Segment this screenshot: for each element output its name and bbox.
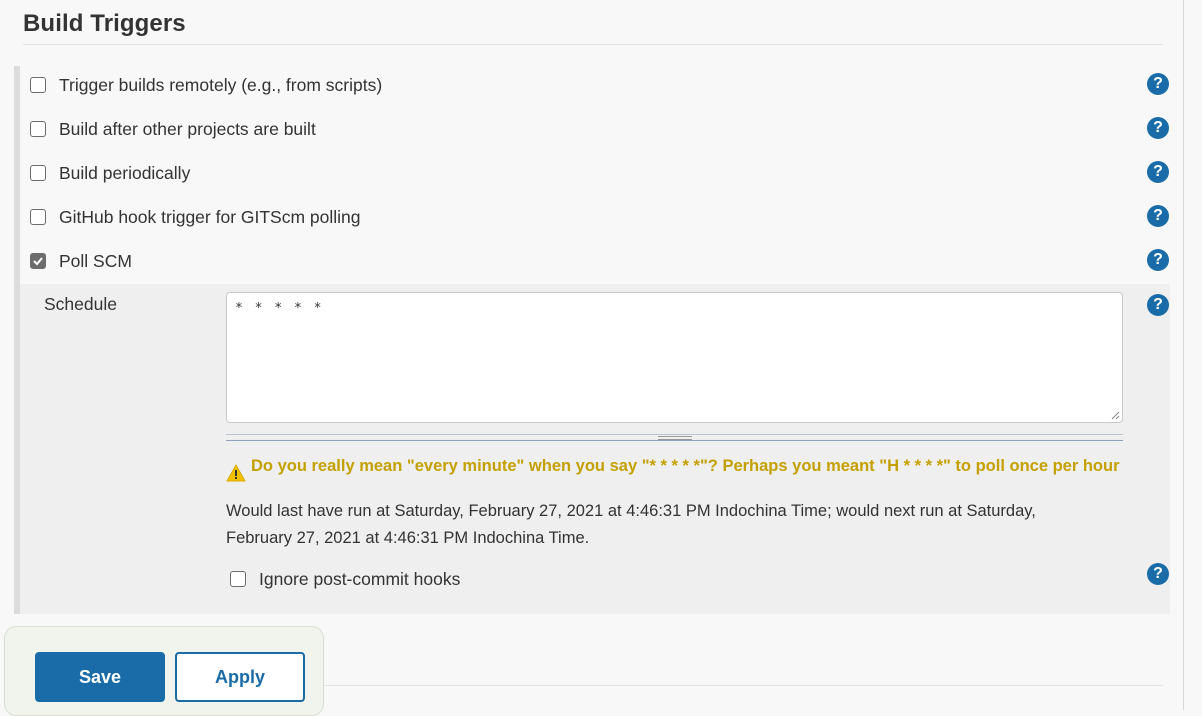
resize-grip-icon[interactable]	[1110, 410, 1120, 420]
trigger-after-other-label[interactable]: Build after other projects are built	[59, 119, 316, 140]
trigger-github-hook-label[interactable]: GitHub hook trigger for GITScm polling	[59, 207, 361, 228]
schedule-label: Schedule	[44, 294, 117, 314]
help-icon[interactable]: ?	[1147, 205, 1169, 227]
trigger-row-poll-scm: Poll SCM	[30, 249, 132, 273]
schedule-textarea[interactable]: * * * * *	[226, 292, 1123, 423]
trigger-row-after-other: Build after other projects are built	[30, 117, 316, 141]
ignore-hooks-checkbox[interactable]	[230, 571, 246, 587]
help-icon[interactable]: ?	[1147, 294, 1169, 316]
help-icon[interactable]: ?	[1147, 73, 1169, 95]
ignore-hooks-label[interactable]: Ignore post-commit hooks	[259, 569, 460, 590]
trigger-poll-scm-label[interactable]: Poll SCM	[59, 251, 132, 272]
trigger-periodically-checkbox[interactable]	[30, 165, 46, 181]
help-icon[interactable]: ?	[1147, 563, 1169, 585]
schedule-value: * * * * *	[235, 301, 324, 316]
trigger-periodically-label[interactable]: Build periodically	[59, 163, 190, 184]
trigger-row-periodically: Build periodically	[30, 161, 190, 185]
trigger-remote-label[interactable]: Trigger builds remotely (e.g., from scri…	[59, 75, 382, 96]
section-divider	[23, 44, 1163, 45]
resize-handle-icon[interactable]	[658, 436, 692, 440]
trigger-poll-scm-checkbox[interactable]	[30, 253, 46, 269]
schedule-info-text: Would last have run at Saturday, Februar…	[226, 502, 1036, 547]
apply-button[interactable]: Apply	[175, 652, 305, 702]
trigger-remote-checkbox[interactable]	[30, 77, 46, 93]
ignore-hooks-row: Ignore post-commit hooks	[230, 567, 460, 591]
help-icon[interactable]: ?	[1147, 249, 1169, 271]
save-button[interactable]: Save	[35, 652, 165, 702]
trigger-row-remote: Trigger builds remotely (e.g., from scri…	[30, 73, 382, 97]
cron-warning-text: Do you really mean "every minute" when y…	[251, 457, 1120, 475]
help-icon[interactable]: ?	[1147, 117, 1169, 139]
warning-icon	[226, 464, 246, 482]
help-icon[interactable]: ?	[1147, 161, 1169, 183]
page-right-border	[1183, 0, 1184, 710]
trigger-after-other-checkbox[interactable]	[30, 121, 46, 137]
trigger-github-hook-checkbox[interactable]	[30, 209, 46, 225]
trigger-row-github-hook: GitHub hook trigger for GITScm polling	[30, 205, 361, 229]
section-title: Build Triggers	[23, 10, 186, 37]
